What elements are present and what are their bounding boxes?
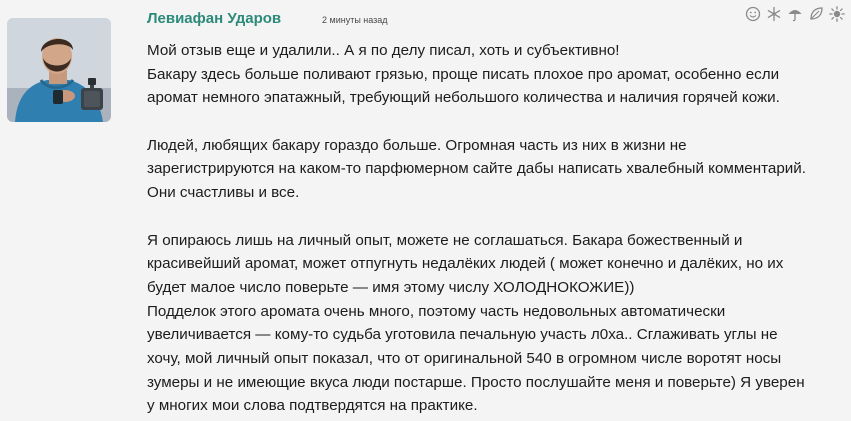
- comment-line: у многих мои слова подтвердятся на практ…: [147, 397, 478, 415]
- comment-line: Бакару здесь больше поливают грязью, про…: [147, 65, 780, 83]
- umbrella-icon: [788, 10, 802, 22]
- comment-line: Я опираюсь лишь на личный опыт, можете н…: [147, 231, 743, 249]
- leaf-icon: [810, 7, 823, 20]
- comment-line: хочу, мой личный опыт показал, что от ор…: [147, 349, 782, 367]
- comment-line: зумеры и не имеющие вкуса люди постарше.…: [147, 373, 805, 391]
- snowflake-icon: [767, 6, 781, 22]
- comment-line: будет малое число поверьте — имя этому ч…: [147, 278, 635, 296]
- comment-line: Они счастливы и все.: [147, 184, 300, 202]
- reaction-umbrella[interactable]: [787, 6, 803, 22]
- comment-line: зарегистрируются на каком-то парфюмерном…: [147, 160, 806, 178]
- perfume-bottle-icon: [78, 76, 106, 112]
- smiley-icon: [745, 6, 761, 22]
- comment-card: Левиафан Ударов 2 минуты назад Мой отзыв…: [0, 0, 851, 421]
- reaction-smiley[interactable]: [745, 6, 761, 22]
- comment-line: красивейший аромат, может отпугнуть неда…: [147, 255, 784, 273]
- comment-line: увеличивается — кому-то судьба уготовила…: [147, 326, 778, 344]
- sun-icon: [829, 6, 845, 22]
- reaction-bar: [745, 6, 845, 22]
- comment-body: Мой отзыв еще и удалили.. А я по делу пи…: [147, 39, 847, 418]
- reaction-sun[interactable]: [829, 6, 845, 22]
- comment-line: Мой отзыв еще и удалили.. А я по делу пи…: [147, 42, 620, 59]
- reaction-snowflake[interactable]: [766, 6, 782, 22]
- author-name[interactable]: Левиафан Ударов: [147, 10, 281, 27]
- reaction-leaf[interactable]: [808, 6, 824, 22]
- comment-line: Людей, любящих бакару гораздо больше. Ог…: [147, 136, 687, 154]
- comment-line: Подделок этого аромата очень много, поэт…: [147, 302, 726, 320]
- comment-line: аромат немного эпатажный, требующий небо…: [147, 89, 780, 107]
- comment-timestamp: 2 минуты назад: [322, 15, 388, 25]
